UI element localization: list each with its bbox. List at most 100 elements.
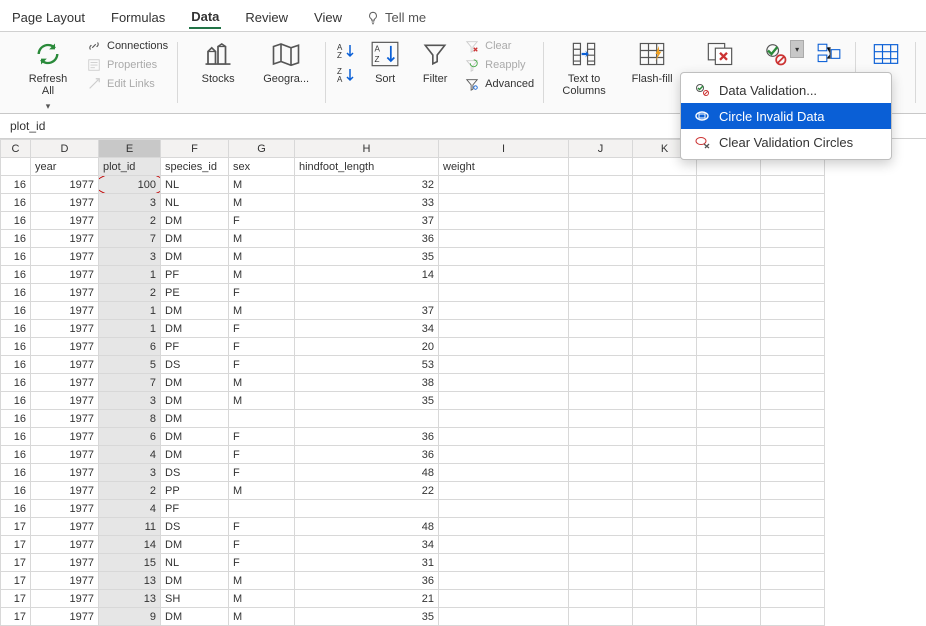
cell[interactable] xyxy=(439,338,569,356)
cell[interactable] xyxy=(697,500,761,518)
cell[interactable] xyxy=(761,446,825,464)
cell[interactable]: M xyxy=(229,572,295,590)
cell[interactable]: 32 xyxy=(295,176,439,194)
cell[interactable] xyxy=(569,374,633,392)
cell[interactable] xyxy=(439,464,569,482)
menu-clear-circles[interactable]: Clear Validation Circles xyxy=(681,129,891,155)
menu-circle-invalid[interactable]: Circle Invalid Data xyxy=(681,103,891,129)
cell[interactable] xyxy=(697,176,761,194)
cell[interactable]: 17 xyxy=(1,554,31,572)
flash-fill-button[interactable]: Flash-fill xyxy=(622,38,682,85)
sort-asc-button[interactable]: AZ xyxy=(336,42,356,60)
column-header-C[interactable]: C xyxy=(1,140,31,158)
cell[interactable] xyxy=(569,248,633,266)
cell[interactable] xyxy=(761,248,825,266)
cell[interactable] xyxy=(697,212,761,230)
cell[interactable]: 16 xyxy=(1,392,31,410)
cell[interactable] xyxy=(761,500,825,518)
cell[interactable]: 15 xyxy=(99,554,161,572)
cell[interactable]: PE xyxy=(161,284,229,302)
cell[interactable]: 4 xyxy=(99,500,161,518)
cell[interactable]: DM xyxy=(161,572,229,590)
cell[interactable] xyxy=(697,428,761,446)
cell[interactable]: weight xyxy=(439,158,569,176)
cell[interactable]: 37 xyxy=(295,212,439,230)
cell[interactable] xyxy=(569,338,633,356)
cell[interactable] xyxy=(761,230,825,248)
cell[interactable] xyxy=(697,302,761,320)
cell[interactable] xyxy=(439,446,569,464)
cell[interactable] xyxy=(697,158,761,176)
cell[interactable]: M xyxy=(229,482,295,500)
cell[interactable]: 1977 xyxy=(31,212,99,230)
column-header-F[interactable]: F xyxy=(161,140,229,158)
cell[interactable]: DM xyxy=(161,410,229,428)
cell[interactable] xyxy=(761,302,825,320)
cell[interactable]: 35 xyxy=(295,608,439,626)
cell[interactable]: DM xyxy=(161,608,229,626)
cell[interactable] xyxy=(569,158,633,176)
cell[interactable]: 1977 xyxy=(31,392,99,410)
cell[interactable] xyxy=(761,176,825,194)
cell[interactable] xyxy=(633,428,697,446)
cell[interactable] xyxy=(633,446,697,464)
cell[interactable]: F xyxy=(229,356,295,374)
cell[interactable]: SH xyxy=(161,590,229,608)
cell[interactable]: DM xyxy=(161,230,229,248)
cell[interactable] xyxy=(697,482,761,500)
cell[interactable]: F xyxy=(229,554,295,572)
stocks-button[interactable]: Stocks xyxy=(188,38,248,85)
cell[interactable] xyxy=(439,212,569,230)
cell[interactable]: DS xyxy=(161,464,229,482)
cell[interactable]: DS xyxy=(161,356,229,374)
cell[interactable]: sex xyxy=(229,158,295,176)
cell[interactable] xyxy=(633,194,697,212)
cell[interactable]: 6 xyxy=(99,428,161,446)
cell[interactable] xyxy=(697,194,761,212)
cell[interactable] xyxy=(569,536,633,554)
cell[interactable] xyxy=(633,518,697,536)
cell[interactable]: DS xyxy=(161,518,229,536)
cell[interactable] xyxy=(569,266,633,284)
cell[interactable] xyxy=(761,284,825,302)
cell[interactable] xyxy=(697,536,761,554)
clear-filter-button[interactable]: Clear xyxy=(464,38,534,54)
cell[interactable] xyxy=(761,374,825,392)
cell[interactable] xyxy=(697,320,761,338)
cell[interactable] xyxy=(761,194,825,212)
cell[interactable] xyxy=(761,590,825,608)
filter-button[interactable]: Filter xyxy=(414,38,456,85)
cell[interactable]: species_id xyxy=(161,158,229,176)
cell[interactable]: 16 xyxy=(1,248,31,266)
cell[interactable] xyxy=(569,590,633,608)
cell[interactable]: 16 xyxy=(1,410,31,428)
cell[interactable]: 9 xyxy=(99,608,161,626)
cell[interactable]: M xyxy=(229,266,295,284)
cell[interactable] xyxy=(439,428,569,446)
cell[interactable]: M xyxy=(229,374,295,392)
cell[interactable]: 3 xyxy=(99,194,161,212)
cell[interactable]: 1977 xyxy=(31,176,99,194)
cell[interactable]: 13 xyxy=(99,572,161,590)
cell[interactable]: 1977 xyxy=(31,248,99,266)
cell[interactable] xyxy=(569,302,633,320)
cell[interactable] xyxy=(569,446,633,464)
cell[interactable] xyxy=(697,230,761,248)
tab-view[interactable]: View xyxy=(312,7,344,28)
cell[interactable]: 1977 xyxy=(31,284,99,302)
cell[interactable]: 1977 xyxy=(31,320,99,338)
cell[interactable] xyxy=(697,572,761,590)
cell[interactable] xyxy=(697,410,761,428)
cell[interactable]: 16 xyxy=(1,338,31,356)
geography-button[interactable]: Geogra... xyxy=(256,38,316,85)
cell[interactable]: 3 xyxy=(99,248,161,266)
cell[interactable] xyxy=(697,338,761,356)
cell[interactable]: 1977 xyxy=(31,410,99,428)
cell[interactable] xyxy=(761,338,825,356)
cell[interactable]: 16 xyxy=(1,500,31,518)
cell[interactable] xyxy=(569,320,633,338)
cell[interactable]: 16 xyxy=(1,176,31,194)
cell[interactable] xyxy=(633,284,697,302)
cell[interactable] xyxy=(761,410,825,428)
cell[interactable] xyxy=(439,194,569,212)
